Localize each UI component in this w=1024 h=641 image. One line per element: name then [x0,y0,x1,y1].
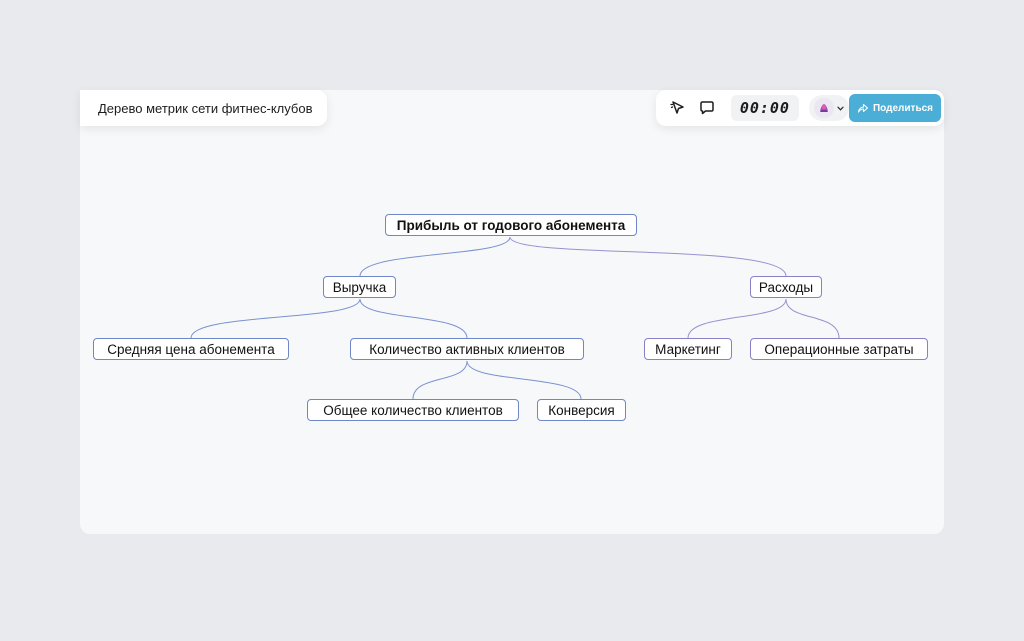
comment-button[interactable] [693,94,720,122]
share-label: Поделиться [872,102,933,114]
share-button[interactable]: Поделиться [848,94,941,122]
node-root-profit[interactable]: Прибыль от годового абонемента [385,214,637,236]
chevron-down-icon [837,106,844,111]
share-arrow-icon [857,103,869,113]
avatar-icon [819,104,828,112]
node-expenses[interactable]: Расходы [750,276,822,298]
comment-icon [700,101,714,115]
cursor-sparkle-button[interactable] [664,94,691,122]
board-title-card[interactable]: Дерево метрик сети фитнес-клубов [80,90,327,126]
node-marketing[interactable]: Маркетинг [644,338,732,360]
node-total-clients[interactable]: Общее количество клиентов [307,399,519,421]
node-avg-price[interactable]: Средняя цена абонемента [93,338,289,360]
board-title: Дерево метрик сети фитнес-клубов [98,100,313,116]
node-revenue[interactable]: Выручка [323,276,396,298]
node-active-clients[interactable]: Количество активных клиентов [350,338,584,360]
node-operating-costs[interactable]: Операционные затраты [750,338,928,360]
canvas-board[interactable] [80,90,944,534]
cursor-sparkle-icon [670,101,684,114]
timer-display[interactable]: 00:00 [730,95,799,121]
top-toolbar: 00:00 Поделиться [656,90,944,126]
user-menu[interactable] [808,95,849,121]
node-conversion[interactable]: Конверсия [537,399,626,421]
avatar [813,98,834,118]
